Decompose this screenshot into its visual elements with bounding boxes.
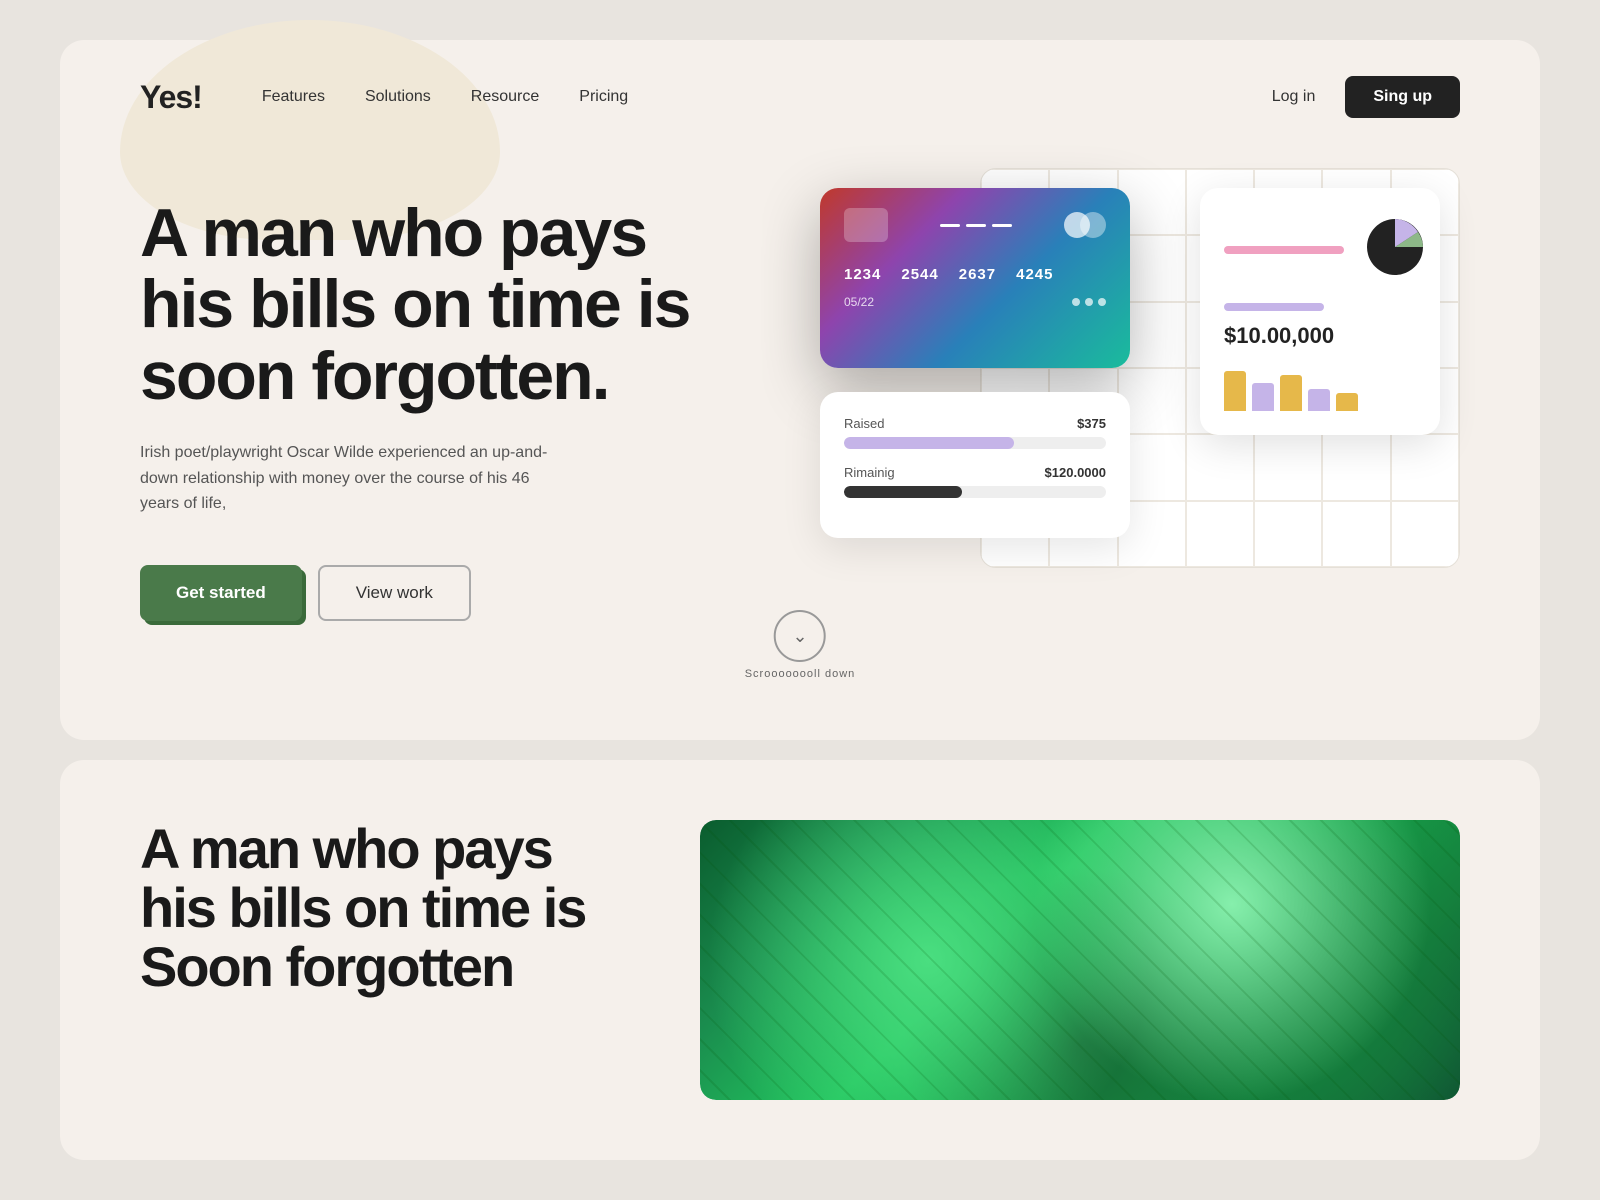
raised-label-row: Raised $375 — [844, 416, 1106, 431]
raised-row: Raised $375 — [844, 416, 1106, 449]
card-bottom: 05/22 — [844, 295, 1106, 309]
card-number-3: 2637 — [959, 266, 996, 283]
nav-resource[interactable]: Resource — [471, 88, 539, 105]
nav-right: Log in Sing up — [1272, 76, 1460, 118]
remaining-row: Rimainig $120.0000 — [844, 465, 1106, 498]
grid-cell — [1322, 501, 1390, 567]
bar-item-4 — [1308, 389, 1330, 411]
card-dash — [940, 224, 960, 227]
scroll-circle[interactable]: ⌄ — [774, 610, 826, 662]
page-wrapper: Yes! Features Solutions Resource Pricing… — [0, 0, 1600, 1200]
card-dots — [1072, 298, 1106, 306]
nav-features[interactable]: Features — [262, 88, 325, 105]
card-dot — [1072, 298, 1080, 306]
bar-item-2 — [1252, 383, 1274, 411]
second-title: A man who pays his bills on time is Soon… — [140, 820, 640, 996]
scroll-indicator[interactable]: ⌄ Scroooooooll down — [745, 610, 856, 680]
nav-links: Features Solutions Resource Pricing — [262, 88, 1272, 106]
chevron-down-icon: ⌄ — [792, 626, 807, 647]
nav-pricing[interactable]: Pricing — [579, 88, 628, 105]
remaining-label: Rimainig — [844, 465, 895, 480]
card-mastercard-logo — [1064, 212, 1106, 238]
grid-cell — [1186, 434, 1254, 500]
login-button[interactable]: Log in — [1272, 88, 1316, 106]
logo[interactable]: Yes! — [140, 79, 202, 116]
card-number-1: 1234 — [844, 266, 881, 283]
raised-amount: $375 — [1077, 416, 1106, 431]
grid-cell — [1254, 501, 1322, 567]
card-number: 1234 2544 2637 4245 — [844, 266, 1106, 283]
second-section: A man who pays his bills on time is Soon… — [60, 760, 1540, 1160]
donut-chart — [1360, 212, 1430, 282]
raised-bar-fill — [844, 437, 1014, 449]
second-title-line1: A man who pays — [140, 817, 552, 880]
purple-bar — [1224, 303, 1324, 311]
donut-chart-wrapper — [1360, 212, 1430, 287]
card-chip — [844, 208, 888, 242]
second-image-wrapper — [700, 820, 1460, 1100]
mini-bar-chart — [1224, 361, 1416, 411]
raised-bar-track — [844, 437, 1106, 449]
grid-cell — [1391, 434, 1459, 500]
card-top — [844, 208, 1106, 242]
card-dot — [1098, 298, 1106, 306]
remaining-bar-fill — [844, 486, 962, 498]
navbar: Yes! Features Solutions Resource Pricing… — [60, 40, 1540, 138]
stats-bars — [1224, 246, 1344, 254]
hero-buttons: Get started View work — [140, 565, 720, 621]
remaining-label-row: Rimainig $120.0000 — [844, 465, 1106, 480]
stats-chart-row — [1224, 212, 1416, 287]
pink-bar — [1224, 246, 1344, 254]
credit-card: 1234 2544 2637 4245 05/22 — [820, 188, 1130, 368]
raised-label: Raised — [844, 416, 884, 431]
card-dash — [966, 224, 986, 227]
card-dash — [992, 224, 1012, 227]
grid-cell — [1186, 501, 1254, 567]
bar-item-3 — [1280, 375, 1302, 411]
hero-section: Yes! Features Solutions Resource Pricing… — [60, 40, 1540, 740]
bar-item-1 — [1224, 371, 1246, 411]
bar-item-5 — [1336, 393, 1358, 411]
hero-subtitle: Irish poet/playwright Oscar Wilde experi… — [140, 440, 560, 517]
grid-cell — [1322, 434, 1390, 500]
grid-cell — [1391, 501, 1459, 567]
second-left: A man who pays his bills on time is Soon… — [140, 820, 640, 996]
signup-button[interactable]: Sing up — [1345, 76, 1460, 118]
card-number-2: 2544 — [901, 266, 938, 283]
stats-card: $10.00,000 — [1200, 188, 1440, 435]
green-image — [700, 820, 1460, 1100]
get-started-button[interactable]: Get started — [140, 565, 302, 621]
card-number-4: 4245 — [1016, 266, 1053, 283]
card-expiry: 05/22 — [844, 295, 874, 309]
remaining-bar-track — [844, 486, 1106, 498]
hero-content: A man who pays his bills on time is soon… — [60, 138, 1540, 681]
hero-title: A man who pays his bills on time is soon… — [140, 198, 720, 412]
budget-card: Raised $375 Rimainig $120.0000 — [820, 392, 1130, 538]
card-dot — [1085, 298, 1093, 306]
hero-right: 1234 2544 2637 4245 05/22 — [780, 158, 1460, 578]
hero-left: A man who pays his bills on time is soon… — [140, 178, 720, 621]
card-dashes — [940, 224, 1012, 227]
second-title-line3: Soon forgotten — [140, 935, 513, 998]
grid-cell — [1254, 434, 1322, 500]
view-work-button[interactable]: View work — [318, 565, 471, 621]
stats-amount: $10.00,000 — [1224, 323, 1416, 349]
mc-circle-right — [1080, 212, 1106, 238]
scroll-text: Scroooooooll down — [745, 668, 856, 680]
nav-solutions[interactable]: Solutions — [365, 88, 431, 105]
remaining-amount: $120.0000 — [1045, 465, 1106, 480]
second-title-line2: his bills on time is — [140, 876, 585, 939]
